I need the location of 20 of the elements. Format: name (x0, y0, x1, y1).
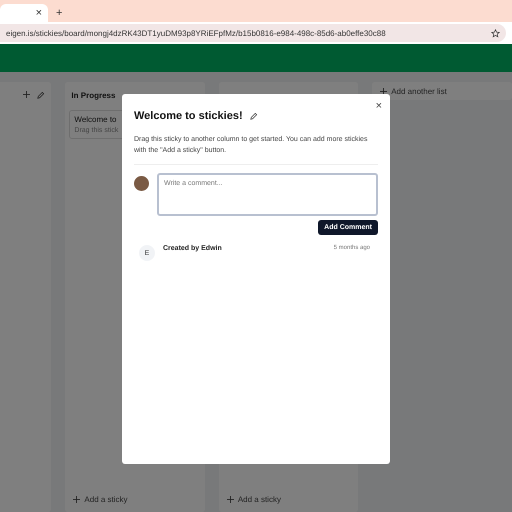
add-sticky-button[interactable]: Add a sticky (69, 493, 201, 506)
new-tab-button[interactable]: + (56, 7, 62, 19)
plus-icon (73, 496, 80, 503)
dialog-title: Welcome to stickies! (134, 110, 243, 122)
plus-icon[interactable] (23, 90, 30, 98)
url-text: eigen.is/stickies/board/mongj4dzRK43DT1yuDM93p8YRiEFpfMz/b15b0816-e984-498c-85d6-ab0effe30c88 (6, 28, 386, 38)
star-icon[interactable] (491, 28, 500, 38)
column-title: In Progress (71, 90, 116, 100)
address-bar[interactable]: eigen.is/stickies/board/mongj4dzRK43DT1yuDM93p8YRiEFpfMz/b15b0816-e984-498c-85d6-ab0effe30c88 (0, 24, 506, 42)
edit-icon[interactable] (248, 112, 258, 120)
avatar (134, 176, 149, 191)
pencil-icon[interactable] (36, 90, 46, 100)
browser-tab[interactable]: × (0, 4, 48, 22)
add-list-button[interactable]: Add another list (372, 82, 512, 100)
close-button[interactable]: × (376, 100, 382, 112)
plus-icon (380, 88, 388, 94)
plus-icon (226, 496, 234, 503)
card-title: Welcome to (74, 115, 116, 124)
add-sticky-button[interactable]: Add a sticky (222, 493, 354, 506)
tab-close-button[interactable]: × (36, 7, 42, 19)
